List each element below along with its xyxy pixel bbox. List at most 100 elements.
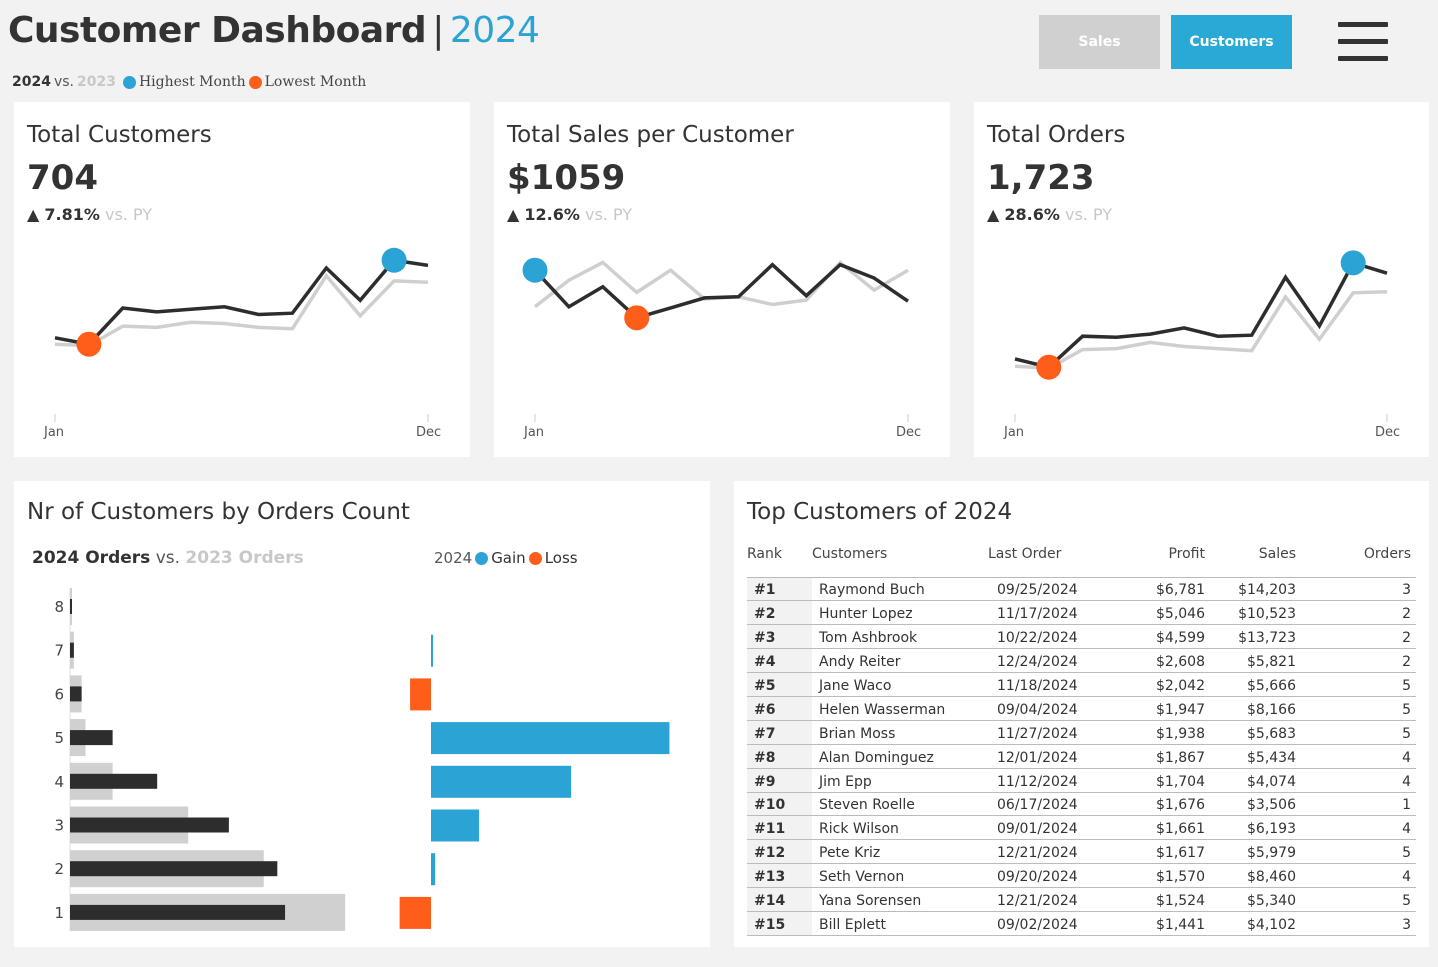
table-row[interactable]: #8 Alan Dominguez 12/01/2024 $1,867 $5,434 4 [747,744,1416,769]
column-header[interactable]: Last Order [988,543,1118,577]
lowest-month-label: Lowest Month [264,74,367,90]
y-tick-label: 3 [54,817,64,835]
table-row[interactable]: #12 Pete Kriz 12/21/2024 $1,617 $5,979 5 [747,839,1416,865]
table-row[interactable]: #5 Jane Waco 11/18/2024 $2,042 $5,666 5 [747,672,1416,697]
customer-cell: Steven Roelle [812,792,988,817]
sales-cell: $13,723 [1218,624,1318,650]
y-tick-label: 6 [54,685,64,703]
orders-cell: 3 [1318,577,1416,602]
sales-nav-button[interactable]: Sales [1039,15,1160,69]
table-row[interactable]: #9 Jim Epp 11/12/2024 $1,704 $4,074 4 [747,768,1416,793]
profit-cell: $1,441 [1118,911,1218,936]
profit-cell: $1,676 [1118,792,1218,817]
orders-legend: 2024 Orders vs. 2023 Orders [32,548,304,568]
loss-bar [410,678,431,711]
orders-cell: 2 [1318,624,1416,650]
last-order-cell: 12/21/2024 [988,839,1118,865]
table-row[interactable]: #7 Brian Moss 11/27/2024 $1,938 $5,683 5 [747,720,1416,745]
lowest-month-marker [1036,354,1062,380]
y-tick-label: 2 [54,860,64,878]
x-axis-end-label: Dec [416,425,442,440]
customer-cell: Brian Moss [812,720,988,745]
orders-count-card: Nr of Customers by Orders Count 2024 Ord… [14,481,710,947]
x-axis-start-label: Jan [524,425,545,440]
customer-cell: Jim Epp [812,768,988,793]
profit-cell: $1,704 [1118,768,1218,793]
table-row[interactable]: #15 Bill Eplett 09/02/2024 $1,441 $4,102 3 [747,911,1416,936]
rank-cell: #2 [747,600,812,626]
rank-cell: #13 [747,863,812,889]
rank-cell: #1 [747,577,812,602]
last-order-cell: 09/20/2024 [988,863,1118,889]
customer-cell: Bill Eplett [812,911,988,936]
kpi-delta-label: vs. PY [1065,205,1113,224]
rank-cell: #14 [747,887,812,912]
table-row[interactable]: #1 Raymond Buch 09/25/2024 $6,781 $14,203 3 [747,577,1416,602]
customer-cell: Jane Waco [812,672,988,697]
profit-cell: $1,524 [1118,887,1218,912]
loss-dot-icon [528,551,542,565]
customer-cell: Yana Sorensen [812,887,988,912]
current-year-label: 2024 [12,74,51,90]
table-row[interactable]: #13 Seth Vernon 09/20/2024 $1,570 $8,460 4 [747,863,1416,889]
customer-cell: Helen Wasserman [812,696,988,721]
current-year-bar [70,686,82,702]
last-order-cell: 10/22/2024 [988,624,1118,650]
x-axis-end-label: Dec [896,425,922,440]
gain-bar [431,809,480,842]
kpi-delta: ▲ 7.81% vs. PY [27,205,152,224]
sparkline-chart [522,257,909,422]
sparkline-chart [54,247,429,422]
vs-label: vs. [53,74,74,90]
table-row[interactable]: #2 Hunter Lopez 11/17/2024 $5,046 $10,523 2 [747,600,1416,626]
profit-cell: $1,938 [1118,720,1218,745]
last-order-cell: 11/27/2024 [988,720,1118,745]
profit-cell: $1,617 [1118,839,1218,865]
orders-cell: 2 [1318,600,1416,626]
sales-cell: $5,666 [1218,672,1318,697]
menu-icon[interactable] [1338,22,1388,62]
last-order-cell: 12/24/2024 [988,648,1118,674]
column-header[interactable]: Sales [1218,543,1318,577]
table-header-row: Rank Customers Last Order Profit Sales O… [747,543,1416,577]
last-order-cell: 12/01/2024 [988,744,1118,769]
gain-label: Gain [491,549,526,567]
table-row[interactable]: #3 Tom Ashbrook 10/22/2024 $4,599 $13,723 2 [747,624,1416,650]
column-header[interactable]: Customers [812,543,988,577]
profit-cell: $2,608 [1118,648,1218,674]
title-separator: | [432,10,444,51]
customer-cell: Hunter Lopez [812,600,988,626]
customers-nav-button[interactable]: Customers [1171,15,1292,69]
table-row[interactable]: #14 Yana Sorensen 12/21/2024 $1,524 $5,340 5 [747,887,1416,912]
orders-count-chart: 8 7 6 5 4 3 2 1 [54,588,670,931]
rank-cell: #3 [747,624,812,650]
gain-bar [431,634,433,667]
table-row[interactable]: #11 Rick Wilson 09/01/2024 $1,661 $6,193 4 [747,815,1416,841]
last-order-cell: 06/17/2024 [988,792,1118,817]
column-header[interactable]: Orders [1318,543,1416,577]
rank-cell: #10 [747,792,812,817]
kpi-card-sales-per-customer: Total Sales per Customer $1059 ▲ 12.6% v… [494,102,950,457]
table-row[interactable]: #6 Helen Wasserman 09/04/2024 $1,947 $8,166 5 [747,696,1416,721]
table-row[interactable]: #4 Andy Reiter 12/24/2024 $2,608 $5,821 2 [747,648,1416,674]
column-header[interactable]: Rank [747,543,812,577]
gain-loss-legend: 2024 Gain Loss [434,549,578,567]
customer-cell: Rick Wilson [812,815,988,841]
sales-cell: $6,193 [1218,815,1318,841]
current-year-bar [70,861,278,877]
sales-cell: $14,203 [1218,577,1318,602]
sales-cell: $4,102 [1218,911,1318,936]
kpi-delta: ▲ 12.6% vs. PY [507,205,632,224]
loss-label: Loss [544,549,578,567]
highest-month-marker [381,247,407,273]
last-order-cell: 11/12/2024 [988,768,1118,793]
sales-cell: $8,166 [1218,696,1318,721]
kpi-delta-label: vs. PY [105,205,153,224]
orders-cell: 5 [1318,672,1416,697]
kpi-value: 704 [27,158,98,198]
column-header[interactable]: Profit [1118,543,1218,577]
orders-cell: 4 [1318,863,1416,889]
last-order-cell: 09/04/2024 [988,696,1118,721]
table-row[interactable]: #10 Steven Roelle 06/17/2024 $1,676 $3,506 1 [747,792,1416,817]
current-year-bar [70,642,74,658]
